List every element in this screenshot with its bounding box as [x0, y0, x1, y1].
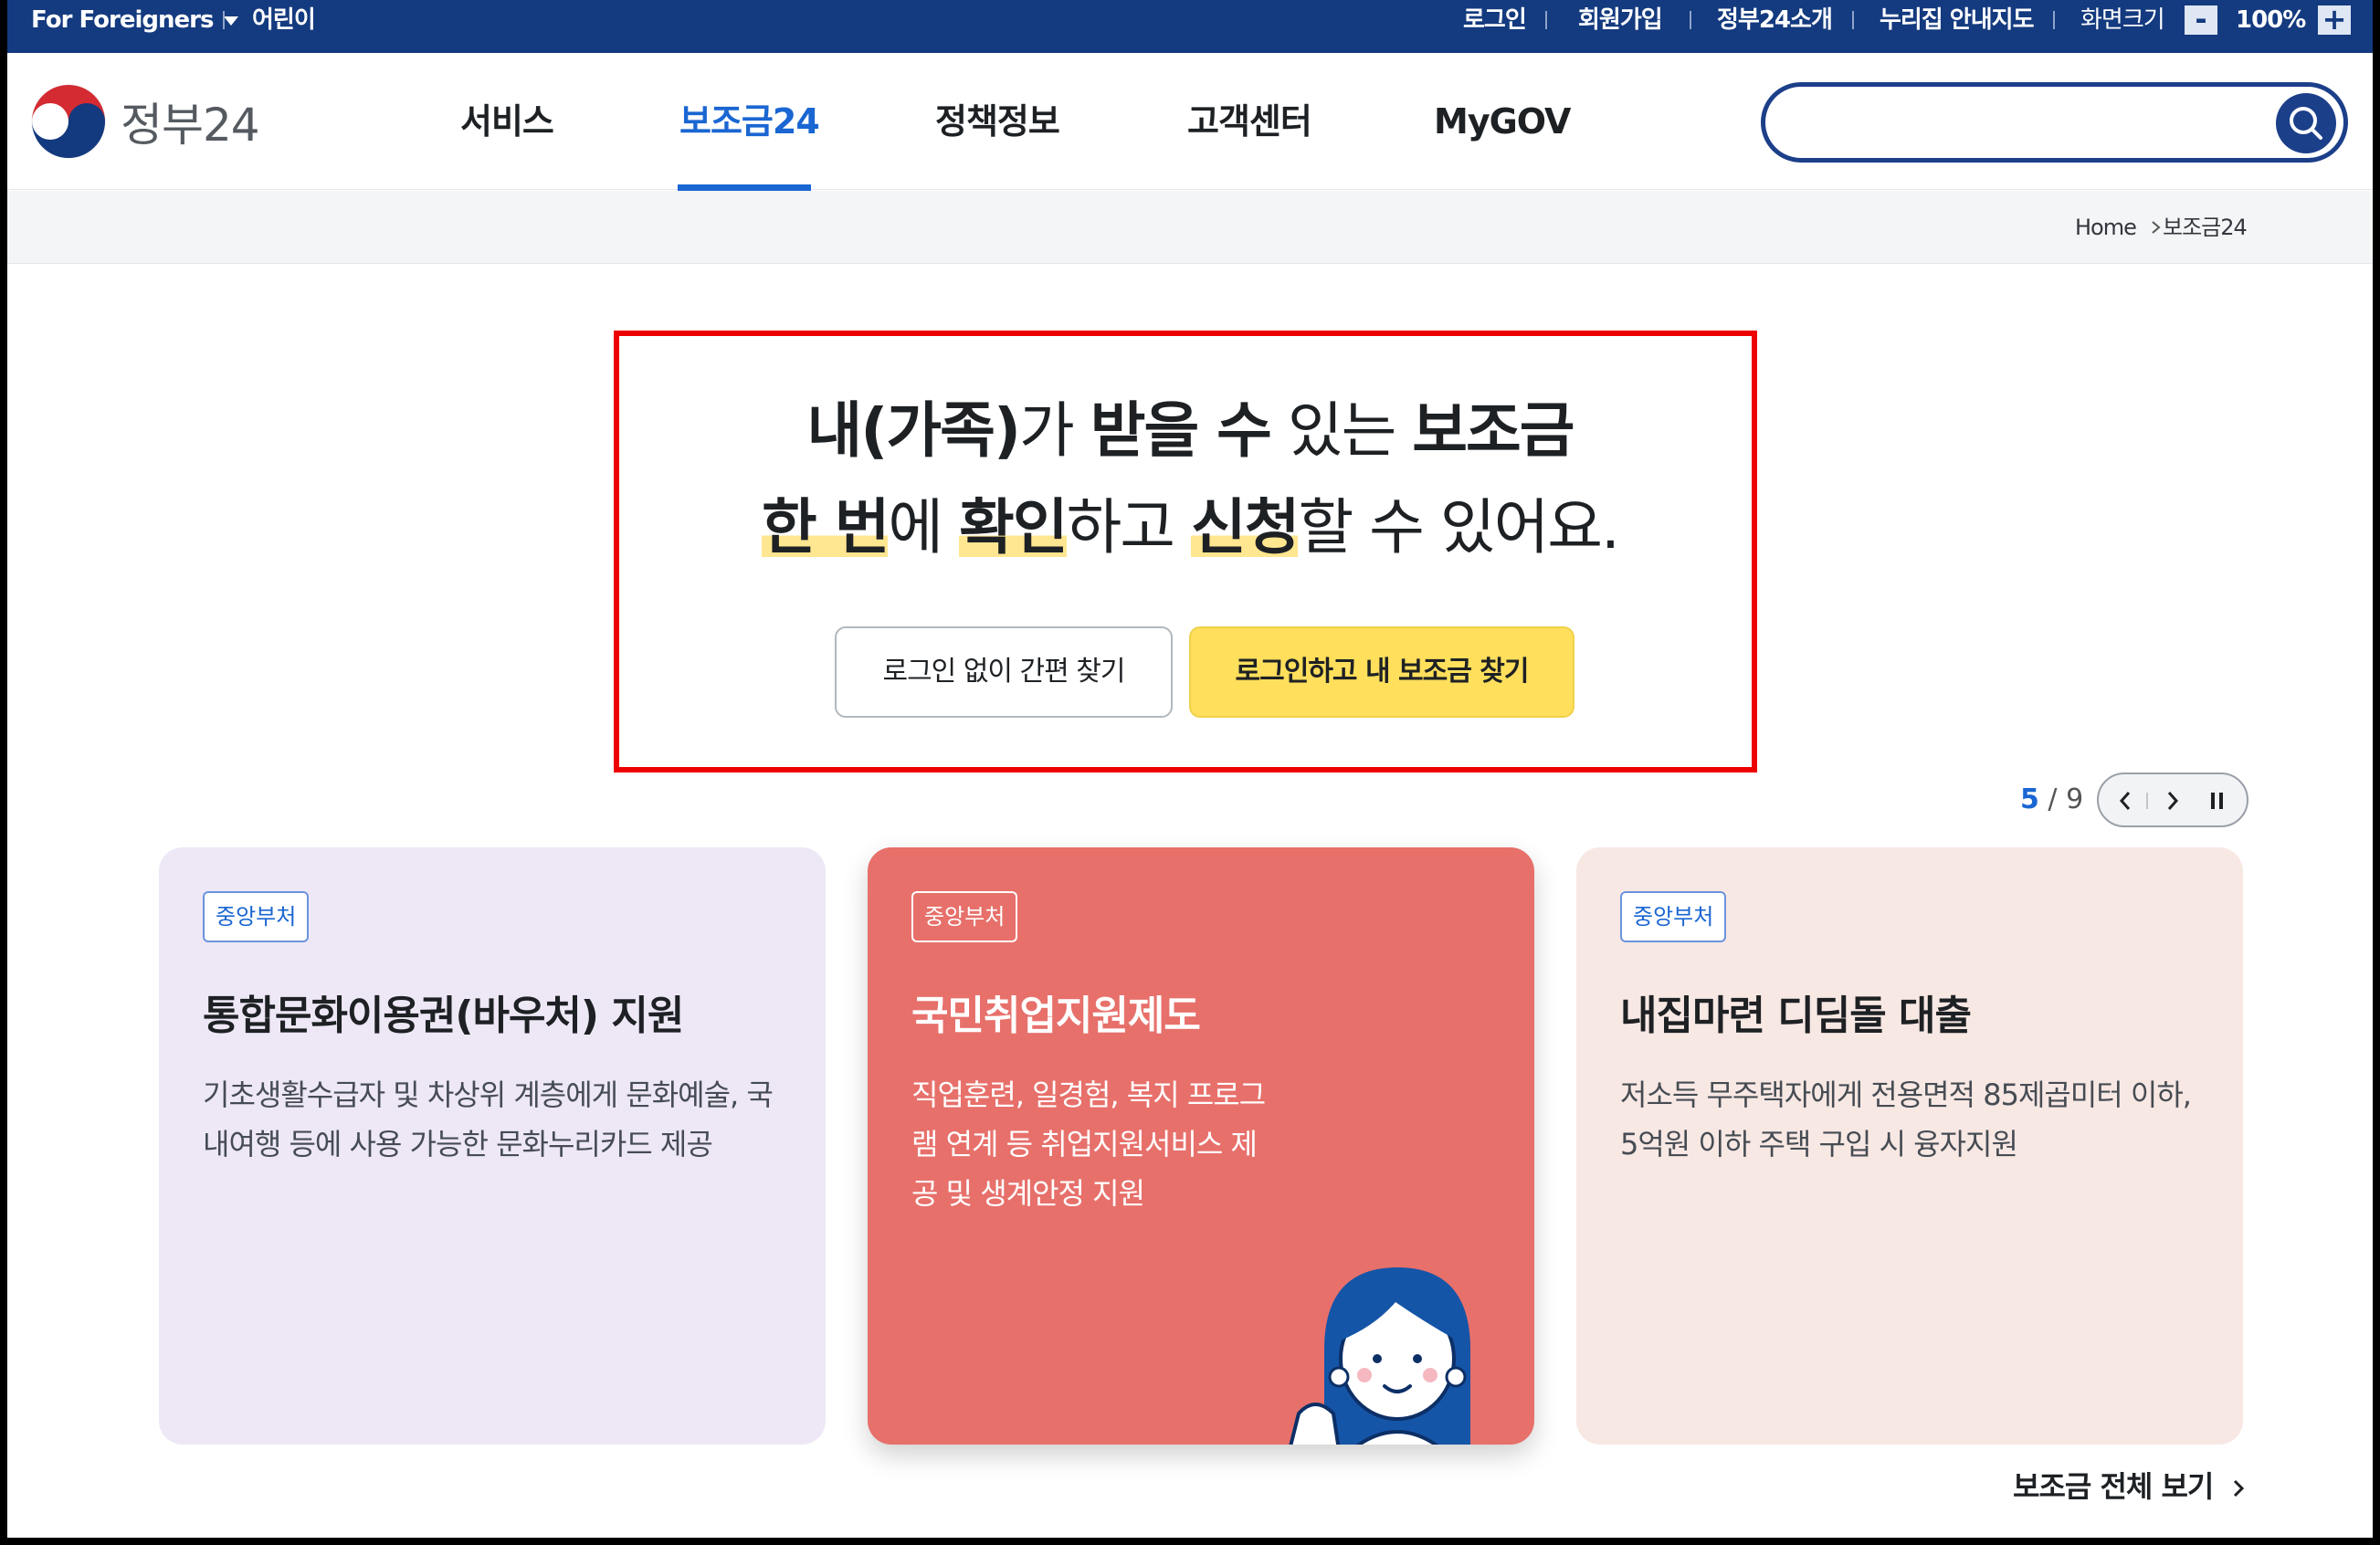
slide-sep: /: [2048, 783, 2058, 815]
hero-highlight-word: 신청: [1191, 492, 1300, 562]
sitemap-link[interactable]: 누리집 안내지도: [1880, 0, 2034, 40]
hero-word: 하고: [1066, 492, 1191, 562]
hero-word: 가: [1019, 395, 1090, 466]
card-description: 직업훈련, 일경험, 복지 프로그램 연계 등 취업지원서비스 제공 및 생계안…: [911, 1077, 1266, 1211]
divider: [2053, 11, 2055, 29]
site-header: 정부24 서비스 보조금24 정책정보 고객센터 MyGOV: [7, 53, 2373, 192]
for-foreigners-dropdown[interactable]: For Foreigners: [31, 0, 239, 40]
hero-word: 할 수 있어요.: [1298, 492, 1620, 562]
nav-service[interactable]: 서비스: [460, 53, 554, 190]
search-input[interactable]: [1793, 98, 2277, 147]
slide-total: 9: [2066, 783, 2084, 815]
utility-bar: For Foreigners 어린이 로그인 회원가입 정부24소개 누리집 안…: [7, 0, 2373, 53]
divider: [1690, 11, 1691, 29]
zoom-out-button[interactable]: -: [2185, 5, 2217, 35]
taegeuk-logo-icon: [31, 84, 106, 159]
login-search-button[interactable]: 로그인하고 내 보조금 찾기: [1189, 626, 1574, 718]
search-icon: [2290, 107, 2322, 140]
divider: [1545, 11, 1547, 29]
logo-link[interactable]: 정부24: [29, 80, 260, 163]
hero-headline-line2: 한 번에 확인하고 신청할 수 있어요.: [7, 478, 2373, 566]
divider: [2146, 793, 2148, 809]
kids-link[interactable]: 어린이: [252, 0, 316, 40]
see-all-subsidies-link[interactable]: 보조금 전체 보기: [2013, 1465, 2249, 1508]
next-slide-button[interactable]: [2159, 787, 2186, 815]
zoom-label: 화면크기: [2080, 6, 2165, 34]
hero-word: 있는: [1269, 395, 1413, 466]
logo-text: 정부24: [121, 99, 260, 152]
zoom-in-button[interactable]: +: [2318, 5, 2351, 35]
signup-link[interactable]: 회원가입: [1578, 0, 1663, 40]
nav-customer-center[interactable]: 고객센터: [1187, 53, 1312, 190]
for-foreigners-label: For Foreigners: [31, 6, 214, 34]
slide-controls: [2097, 772, 2248, 827]
breadcrumb-home[interactable]: Home: [2075, 191, 2137, 264]
card-title: 통합문화이용권(바우처) 지원: [203, 993, 684, 1039]
category-tag: 중앙부처: [911, 891, 1018, 942]
breadcrumb: Home 보조금24: [7, 191, 2373, 264]
hero-highlight-word: 한 번: [762, 492, 890, 562]
slide-counter: 5 / 9: [2020, 782, 2083, 818]
hero-word: 보조금: [1412, 395, 1574, 466]
hero-word: 내(가족): [806, 395, 1021, 466]
subsidy-card[interactable]: 중앙부처 국민취업지원제도 직업훈련, 일경험, 복지 프로그램 연계 등 취업…: [868, 847, 1534, 1445]
card-title: 국민취업지원제도: [911, 993, 1201, 1039]
nav-subsidy24[interactable]: 보조금24: [679, 53, 820, 190]
divider: [223, 11, 225, 29]
simple-search-button[interactable]: 로그인 없이 간편 찾기: [835, 626, 1173, 718]
slide-current: 5: [2020, 783, 2039, 815]
login-link[interactable]: 로그인: [1463, 0, 1527, 40]
hero-highlight-word: 확인: [959, 492, 1069, 562]
browser-page: For Foreigners 어린이 로그인 회원가입 정부24소개 누리집 안…: [7, 0, 2373, 1538]
category-tag: 중앙부처: [1620, 891, 1727, 942]
pause-button[interactable]: [2203, 787, 2230, 815]
caret-down-icon: [224, 16, 239, 26]
divider: [1852, 11, 1854, 29]
hero-headline-line1: 내(가족)가 받을 수 있는 보조금: [7, 382, 2373, 469]
nav-policy-info[interactable]: 정책정보: [935, 53, 1060, 190]
card-description: 기초생활수급자 및 차상위 계층에게 문화예술, 국내여행 등에 사용 가능한 …: [203, 1077, 774, 1161]
breadcrumb-current: 보조금24: [2163, 215, 2248, 240]
search-box: [1761, 82, 2348, 163]
card-title: 내집마련 디딤돌 대출: [1620, 993, 1972, 1039]
search-button[interactable]: [2276, 93, 2336, 153]
card-description: 저소득 무주택자에게 전용면적 85제곱미터 이하, 5억원 이하 주택 구입 …: [1620, 1077, 2192, 1161]
subsidy-card[interactable]: 중앙부처 내집마련 디딤돌 대출 저소득 무주택자에게 전용면적 85제곱미터 …: [1576, 847, 2243, 1445]
chevron-right-icon: [2234, 1479, 2245, 1498]
nav-mygov[interactable]: MyGOV: [1434, 53, 1571, 190]
hero-word: 받을 수: [1090, 395, 1272, 466]
category-tag: 중앙부처: [203, 891, 310, 942]
prev-slide-button[interactable]: [2111, 787, 2139, 815]
zoom-value: 100%: [2236, 6, 2306, 34]
about-link[interactable]: 정부24소개: [1717, 0, 1833, 40]
character-illustration-icon: [1289, 1267, 1470, 1445]
see-all-label: 보조금 전체 보기: [2013, 1469, 2214, 1504]
subsidy-card[interactable]: 중앙부처 통합문화이용권(바우처) 지원 기초생활수급자 및 차상위 계층에게 …: [159, 847, 826, 1445]
hero-word: 에: [888, 492, 960, 562]
